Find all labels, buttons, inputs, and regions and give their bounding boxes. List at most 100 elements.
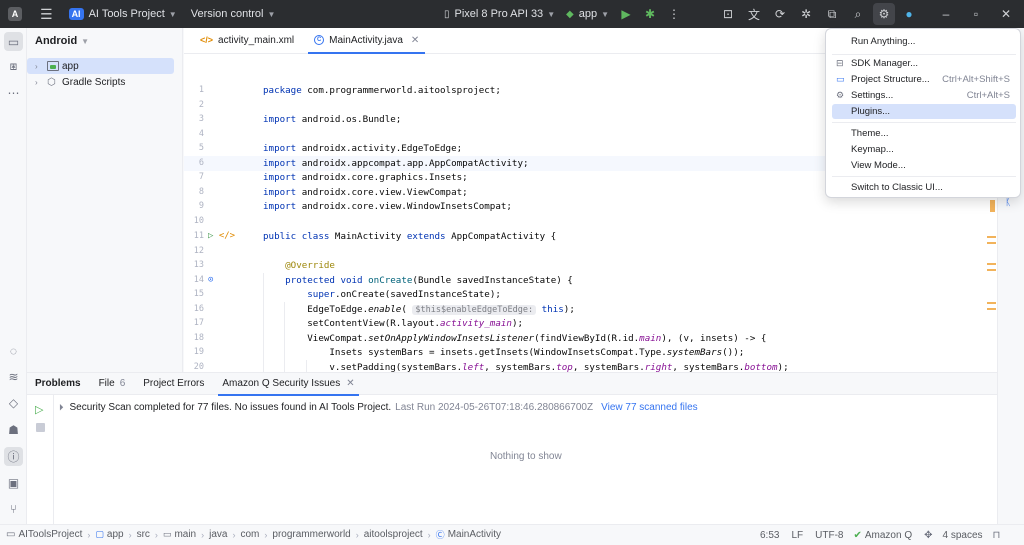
file-encoding[interactable]: UTF-8 — [815, 530, 843, 541]
maximize-icon[interactable]: ▫ — [968, 6, 984, 22]
tree-item-gradle-scripts[interactable]: › ⬡ Gradle Scripts — [27, 74, 182, 90]
tab-project-errors[interactable]: Project Errors — [143, 373, 204, 395]
amazon-q-chat-icon[interactable]: ◌ — [6, 343, 21, 358]
resource-manager-icon[interactable]: ⧆ — [6, 59, 21, 74]
sdk-icon: ⊟ — [836, 58, 844, 68]
tree-item-app[interactable]: › app — [27, 58, 174, 74]
run-gutter-icon[interactable]: ▷ </> — [208, 231, 235, 241]
amazon-q-status[interactable]: Amazon Q — [865, 530, 912, 541]
minimize-icon[interactable]: – — [938, 6, 954, 22]
title-bar: A ☰ AI AI Tools Project ▼ Version contro… — [0, 0, 1024, 28]
tab-file[interactable]: File 6 — [99, 373, 126, 395]
git-icon[interactable]: ⑂ — [6, 501, 21, 516]
code-line: 17 setContentView(R.layout.activity_main… — [193, 317, 524, 329]
more-icon[interactable]: ⋮ — [666, 6, 682, 22]
indent-setting[interactable]: 4 spaces — [943, 530, 983, 541]
breadcrumb-item[interactable]: java — [209, 529, 227, 540]
search-icon[interactable]: ⌕ — [850, 6, 866, 22]
scan-result-row[interactable]: ⏵ Security Scan completed for 77 files. … — [59, 402, 698, 413]
code-line: 9 import androidx.core.view.WindowInsetsC… — [198, 200, 512, 212]
breadcrumb-item[interactable]: main — [174, 529, 196, 540]
close-icon[interactable]: ✕ — [998, 6, 1014, 22]
sync-icon[interactable]: ⟳ — [772, 6, 788, 22]
run-icon[interactable]: ▶ — [618, 6, 634, 22]
breadcrumb-item[interactable]: MainActivity — [448, 529, 501, 540]
tab-label: Project Errors — [143, 378, 205, 389]
gemini-icon[interactable]: ● — [901, 6, 917, 22]
project-view-selector[interactable]: Android ▼ — [27, 28, 182, 54]
folder-icon: ▭ — [6, 529, 16, 540]
code-line: 11 ▷ </> public class MainActivity extends… — [193, 230, 557, 242]
menu-item-project-structure[interactable]: ▭ Project Structure... Ctrl+Alt+Shift+S — [832, 72, 1016, 87]
layout-inspector-icon[interactable]: ⧉ — [824, 6, 840, 22]
override-gutter-icon[interactable]: ⊙ — [208, 275, 213, 285]
caret-position[interactable]: 6:53 — [760, 530, 779, 541]
translate-icon[interactable]: 文 — [746, 6, 762, 22]
chevron-right-icon: ⏵ — [59, 402, 64, 412]
chevron-down-icon: ▼ — [601, 9, 609, 19]
breadcrumb-item[interactable]: AIToolsProject — [18, 529, 82, 540]
tree-item-label: app — [62, 60, 79, 72]
menu-item-label: Plugins... — [851, 106, 891, 117]
breadcrumb-item[interactable]: com — [240, 529, 259, 540]
terminal-icon[interactable]: ▣ — [6, 475, 21, 490]
menu-item-label: Settings... — [851, 90, 894, 101]
xml-file-icon: </> — [200, 35, 214, 45]
menu-item-view-mode[interactable]: View Mode... — [832, 158, 1016, 173]
close-tab-icon[interactable]: ✕ — [346, 378, 354, 389]
more-tools-icon[interactable]: ⋯ — [6, 85, 21, 100]
breadcrumb-item[interactable]: aitoolsproject — [364, 529, 423, 540]
device-manager-icon[interactable]: ⊡ — [720, 6, 736, 22]
menu-item-shortcut: Ctrl+Alt+S — [966, 90, 1010, 101]
menu-item-run-anything[interactable]: Run Anything... — [832, 34, 1016, 49]
android-bot-icon[interactable]: ☗ — [6, 422, 21, 437]
android-icon: ◆ — [566, 8, 574, 20]
breadcrumb-item[interactable]: programmerworld — [272, 529, 350, 540]
left-tool-strip: ▭ ⧆ ⋯ ◌ ≋ ◇ ☗ ⓘ ▣ ⑂ — [0, 28, 27, 524]
project-selector[interactable]: AI Tools Project ▼ — [89, 0, 177, 28]
problems-panel: Problems File 6 Project Errors Amazon Q … — [27, 372, 997, 525]
menu-item-theme[interactable]: Theme... — [832, 126, 1016, 141]
bug-icon[interactable]: ✲ — [798, 6, 814, 22]
menu-item-switch-classic-ui[interactable]: Switch to Classic UI... — [832, 180, 1016, 195]
code-line: 18 ViewCompat.setOnApplyWindowInsetsList… — [193, 332, 767, 344]
version-control-selector[interactable]: Version control ▼ — [191, 0, 276, 28]
close-tab-icon[interactable]: ✕ — [411, 35, 419, 46]
tab-label: MainActivity.java — [329, 34, 403, 46]
menu-item-settings[interactable]: ⚙ Settings... Ctrl+Alt+S — [832, 88, 1016, 103]
menu-item-sdk-manager[interactable]: ⊟ SDK Manager... — [832, 56, 1016, 71]
run-config-name: app — [578, 8, 598, 20]
menu-item-label: View Mode... — [851, 160, 906, 171]
breadcrumb-item[interactable]: src — [137, 529, 150, 540]
view-scanned-files-link[interactable]: View 77 scanned files — [601, 402, 698, 413]
run-config-selector[interactable]: ◆ app ▼ — [566, 0, 609, 28]
code-line: 10 — [193, 216, 204, 227]
run-scan-icon[interactable]: ▷ — [35, 403, 43, 416]
ai-assistant-icon[interactable]: ✥ — [924, 530, 932, 541]
breadcrumb-item[interactable]: app — [107, 529, 124, 540]
menu-item-label: Theme... — [851, 128, 889, 139]
project-panel: Android ▼ › app › ⬡ Gradle Scripts — [27, 28, 183, 372]
lock-icon[interactable]: ⊓ — [993, 530, 1001, 541]
device-selector[interactable]: ▯ Pixel 8 Pro API 33 ▼ — [444, 0, 555, 28]
main-menu-icon[interactable]: ☰ — [40, 0, 53, 28]
last-run-text: Last Run 2024-05-26T07:18:46.280866700Z — [395, 402, 594, 413]
gem-icon[interactable]: ◇ — [6, 395, 21, 410]
project-folder-icon[interactable]: ▭ — [4, 32, 23, 51]
chevron-right-icon[interactable]: › — [35, 62, 47, 71]
problems-icon[interactable]: ⓘ — [4, 447, 23, 466]
tab-activity-main-xml[interactable]: </> activity_main.xml — [190, 27, 304, 53]
chevron-down-icon: ▼ — [547, 9, 556, 19]
layers-icon[interactable]: ≋ — [6, 369, 21, 384]
menu-item-plugins[interactable]: Plugins... — [832, 104, 1016, 119]
debug-icon[interactable]: ✱ — [642, 6, 658, 22]
code-line: 15 super.onCreate(savedInstanceState); — [193, 288, 501, 300]
tab-amazon-q-security-issues[interactable]: Amazon Q Security Issues ✕ — [218, 373, 359, 396]
stop-icon[interactable] — [36, 423, 45, 432]
folder-icon: ▭ — [836, 74, 845, 84]
menu-item-keymap[interactable]: Keymap... — [832, 142, 1016, 157]
tab-main-activity-java[interactable]: C MainActivity.java ✕ — [304, 27, 429, 54]
chevron-right-icon[interactable]: › — [35, 78, 47, 87]
line-separator[interactable]: LF — [791, 530, 803, 541]
gear-icon[interactable]: ⚙ — [873, 3, 895, 25]
